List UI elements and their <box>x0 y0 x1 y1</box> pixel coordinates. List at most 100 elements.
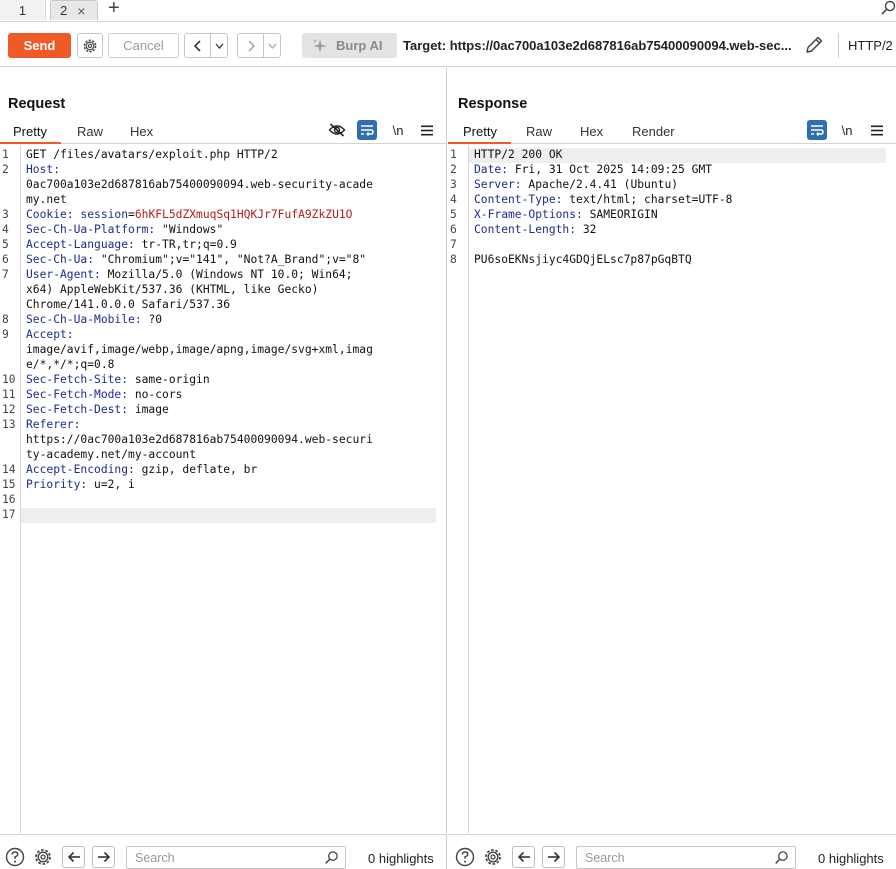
line-number: 12 <box>2 403 16 416</box>
response-search-bar: Search 0 highlights <box>448 834 896 869</box>
word-wrap-button[interactable] <box>357 120 377 140</box>
forward-button[interactable] <box>238 34 264 57</box>
previous-match-button[interactable] <box>62 846 85 868</box>
header-name: Accept-Encoding: <box>26 463 142 476</box>
menu-button[interactable] <box>867 120 887 140</box>
code-token: image <box>134 403 169 416</box>
http-version-selector[interactable]: HTTP/2 <box>838 33 893 58</box>
header-name: Sec-Fetch-Mode: <box>26 388 135 401</box>
search-icon <box>325 851 338 864</box>
code-line: 14 Accept-Encoding: gzip, deflate, br <box>0 463 436 478</box>
code-text: image/avif,image/webp,image/apng,image/s… <box>26 343 373 356</box>
code-token: "Chromium";v="141", "Not?A_Brand";v="8" <box>100 253 367 266</box>
search-settings-button[interactable] <box>32 846 54 868</box>
line-number: 1 <box>450 148 457 161</box>
code-text: Content-Length: 32 <box>474 223 596 236</box>
response-editor[interactable]: 1 HTTP/2 200 OK 2 Date: Fri, 31 Oct 2025 14… <box>448 145 896 833</box>
code-line: 11 Sec-Fetch-Mode: no-cors <box>0 388 436 403</box>
search-input[interactable]: Search <box>576 846 796 869</box>
code-token: my.net <box>26 193 67 206</box>
code-line: my.net <box>0 193 436 208</box>
next-match-button[interactable] <box>542 846 565 868</box>
highlights-count: 0 highlights <box>368 851 434 866</box>
tab-request-pretty[interactable]: Pretty <box>13 124 47 139</box>
code-token: e/*,*/*;q=0.8 <box>26 358 115 371</box>
code-text: Sec-Ch-Ua: "Chromium";v="141", "Not?A_Br… <box>26 253 366 266</box>
line-number: 10 <box>2 373 16 386</box>
tab-response-pretty[interactable]: Pretty <box>463 124 497 139</box>
tab-response-hex[interactable]: Hex <box>580 124 603 139</box>
search-settings-button[interactable] <box>482 846 504 868</box>
tab-request-hex[interactable]: Hex <box>130 124 153 139</box>
back-history-dropdown[interactable] <box>211 34 227 57</box>
code-text: Accept: <box>26 328 74 341</box>
header-name: Sec-Ch-Ua: <box>26 253 101 266</box>
request-view-tabs: Pretty Raw Hex \n <box>0 120 446 144</box>
tab-response-raw[interactable]: Raw <box>526 124 552 139</box>
search-placeholder: Search <box>585 850 625 865</box>
eye-slash-icon <box>328 123 346 137</box>
line-number: 7 <box>2 268 9 281</box>
add-tab-button[interactable]: + <box>108 0 120 20</box>
search-input[interactable]: Search <box>126 846 346 869</box>
active-tab-indicator <box>448 142 511 144</box>
back-button[interactable] <box>185 34 211 57</box>
forward-history-dropdown[interactable] <box>264 34 280 57</box>
request-pane: Request Pretty Raw Hex \n 1 GET /files/av… <box>0 68 447 833</box>
header-name: Content-Length: <box>474 223 583 236</box>
code-line: 12 Sec-Fetch-Dest: image <box>0 403 436 418</box>
line-number: 5 <box>450 208 457 221</box>
code-token: Chrome/141.0.0.0 Safari/537.36 <box>26 298 231 311</box>
cancel-button[interactable]: Cancel <box>108 33 179 58</box>
tab-request-raw[interactable]: Raw <box>77 124 103 139</box>
tab-2[interactable]: 2 × <box>50 0 98 20</box>
hide-icon[interactable] <box>327 120 347 140</box>
code-text: Sec-Fetch-Mode: no-cors <box>26 388 182 401</box>
tab-1[interactable]: 1 <box>0 0 46 20</box>
forward-nav-group <box>237 33 281 58</box>
code-token: 0ac700a103e2d687816ab75400090094.web-sec… <box>26 178 373 191</box>
line-number: 4 <box>450 193 457 206</box>
code-text: Accept-Encoding: gzip, deflate, br <box>26 463 257 476</box>
code-line: 2 Date: Fri, 31 Oct 2025 14:09:25 GMT <box>448 163 886 178</box>
show-newlines-button[interactable]: \n <box>837 120 857 140</box>
code-token: Mozilla/5.0 (Windows NT 10.0; Win64; <box>107 268 353 281</box>
gear-icon <box>83 39 97 52</box>
help-button[interactable] <box>4 846 26 868</box>
show-newlines-button[interactable]: \n <box>388 120 408 140</box>
code-text: Content-Type: text/html; charset=UTF-8 <box>474 193 732 206</box>
pencil-icon[interactable] <box>803 34 825 56</box>
header-name: Accept-Language: <box>26 238 142 251</box>
close-icon[interactable]: × <box>77 3 85 19</box>
word-wrap-button[interactable] <box>807 120 827 140</box>
arrow-right-icon <box>97 851 110 863</box>
previous-match-button[interactable] <box>512 846 535 868</box>
code-line: 15 Priority: u=2, i <box>0 478 436 493</box>
code-line: 0ac700a103e2d687816ab75400090094.web-sec… <box>0 178 436 193</box>
code-line: 16 <box>0 493 436 508</box>
next-match-button[interactable] <box>92 846 115 868</box>
code-text: Sec-Ch-Ua-Mobile: ?0 <box>26 313 162 326</box>
menu-button[interactable] <box>417 120 437 140</box>
code-line: ty-academy.net/my-account <box>0 448 436 463</box>
response-pane: Response Pretty Raw Hex Render \n 1 HTTP/… <box>448 68 896 833</box>
cookie-name: session <box>80 208 129 221</box>
send-button[interactable]: Send <box>8 33 71 58</box>
code-text: PU6soEKNsjiyc4GDQjELsc7p87pGqBTQ <box>474 253 692 266</box>
burp-ai-button[interactable]: Burp AI <box>302 33 397 58</box>
code-token: Apache/2.4.41 (Ubuntu) <box>528 178 679 191</box>
tab-response-render[interactable]: Render <box>632 124 675 139</box>
help-button[interactable] <box>454 846 476 868</box>
target-url[interactable]: Target: https://0ac700a103e2d687816ab754… <box>403 38 793 53</box>
code-token: no-cors <box>134 388 183 401</box>
code-text: x64) AppleWebKit/537.36 (KHTML, like Gec… <box>26 283 318 296</box>
line-number: 8 <box>2 313 9 326</box>
send-settings-button[interactable] <box>77 33 103 58</box>
code-line: Chrome/141.0.0.0 Safari/537.36 <box>0 298 436 313</box>
code-text: X-Frame-Options: SAMEORIGIN <box>474 208 658 221</box>
chevron-down-icon <box>215 43 223 49</box>
request-editor[interactable]: 1 GET /files/avatars/exploit.php HTTP/2 2 H… <box>0 145 446 833</box>
header-name: Server: <box>474 178 529 191</box>
search-icon[interactable] <box>880 0 896 16</box>
code-text: User-Agent: Mozilla/5.0 (Windows NT 10.0… <box>26 268 352 281</box>
